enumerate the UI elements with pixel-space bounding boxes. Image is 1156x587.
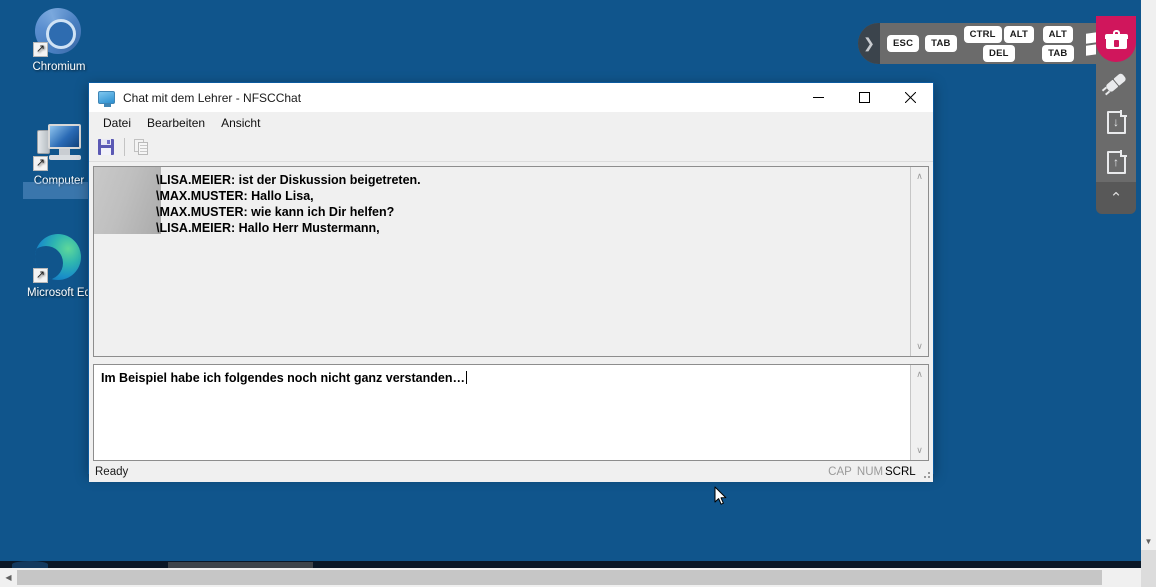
selection-highlight	[23, 182, 95, 199]
maximize-button[interactable]	[841, 83, 887, 112]
toolbar-separator	[124, 138, 125, 156]
key-alt-tab[interactable]: ALT TAB	[1041, 25, 1074, 63]
connection-button[interactable]	[1096, 62, 1136, 102]
chat-monitor-icon	[98, 90, 116, 107]
key-tab-2[interactable]: TAB	[1042, 44, 1074, 62]
window-title: Chat mit dem Lehrer - NFSCChat	[123, 90, 302, 105]
toolbar	[89, 133, 933, 162]
download-file-button[interactable]: ↓	[1096, 102, 1136, 142]
message-input-pane[interactable]: Im Beispiel habe ich folgendes noch nich…	[93, 364, 929, 461]
key-ctrl-alt-del[interactable]: CTRL ALT DEL	[963, 25, 1036, 63]
remote-desktop-canvas[interactable]: Chromium Computer Microsoft Ed	[0, 0, 1141, 568]
scroll-down-icon[interactable]: ▼	[1141, 533, 1156, 550]
scroll-up-icon[interactable]: ∧	[911, 367, 928, 382]
minimize-button[interactable]	[795, 83, 841, 112]
virtual-keys-expand-handle[interactable]: ❯	[858, 23, 880, 64]
floppy-disk-icon	[97, 139, 114, 155]
key-ctrl[interactable]: CTRL	[963, 25, 1002, 43]
copy-icon	[133, 139, 150, 155]
status-indicator-scrl: SCRL	[885, 465, 916, 478]
message-input-content[interactable]: Im Beispiel habe ich folgendes noch nich…	[94, 365, 910, 460]
horizontal-scroll-thumb[interactable]	[17, 570, 1102, 585]
upload-file-button[interactable]: ↑	[1096, 142, 1136, 182]
window-controls	[795, 83, 933, 112]
chromium-icon	[33, 8, 83, 57]
start-button[interactable]	[12, 561, 48, 568]
shortcut-overlay-icon	[33, 268, 48, 283]
vertical-scroll-thumb[interactable]	[1141, 0, 1156, 531]
window-titlebar[interactable]: Chat mit dem Lehrer - NFSCChat	[89, 83, 933, 112]
shortcut-overlay-icon	[33, 156, 48, 171]
scrollbar-corner	[1141, 568, 1156, 587]
chat-history-scrollbar[interactable]: ∧ ∨	[910, 167, 928, 356]
save-button[interactable]	[93, 135, 118, 159]
status-indicator-num: NUM	[856, 465, 884, 478]
chat-message: \MAX.MUSTER: Hallo Lisa,	[156, 189, 314, 203]
message-input-value: Im Beispiel habe ich folgendes noch nich…	[101, 371, 465, 385]
scroll-up-icon[interactable]: ∧	[911, 169, 928, 184]
horizontal-scroll-track[interactable]	[17, 568, 1141, 587]
desktop-icon-chromium[interactable]: Chromium	[16, 8, 102, 74]
remote-desktop-viewer: Chromium Computer Microsoft Ed	[0, 0, 1156, 587]
status-indicator-cap: CAP	[828, 465, 852, 478]
menu-item-bearbeiten[interactable]: Bearbeiten	[139, 113, 213, 133]
computer-icon	[33, 122, 83, 171]
scroll-left-icon[interactable]: ◀	[0, 568, 17, 587]
chat-message: \MAX.MUSTER: wie kann ich Dir helfen?	[156, 205, 395, 219]
plug-icon	[1100, 66, 1133, 98]
close-button[interactable]	[887, 83, 933, 112]
scroll-down-icon[interactable]: ∨	[911, 339, 928, 354]
toolbox-button[interactable]	[1096, 16, 1136, 62]
chat-message-list: \LISA.MEIER: ist der Diskussion beigetre…	[156, 172, 906, 236]
vertical-scroll-track-end[interactable]	[1141, 550, 1156, 568]
toolbox-icon	[1104, 29, 1128, 49]
status-bar: Ready CAP NUM SCRL	[89, 461, 933, 482]
file-download-icon: ↓	[1106, 109, 1127, 134]
download-arrow-glyph: ↓	[1113, 115, 1119, 129]
viewer-horizontal-scrollbar[interactable]: ◀	[0, 568, 1141, 587]
chat-history-pane[interactable]: \LISA.MEIER: ist der Diskussion beigetre…	[93, 166, 929, 357]
microsoft-edge-icon	[33, 234, 83, 283]
chat-history-content: \LISA.MEIER: ist der Diskussion beigetre…	[94, 167, 910, 356]
render-artifact-block	[94, 167, 161, 234]
message-input-field[interactable]: Im Beispiel habe ich folgendes noch nich…	[101, 371, 467, 385]
chat-window: Chat mit dem Lehrer - NFSCChat Datei Bea…	[88, 82, 934, 482]
chat-message: \LISA.MEIER: Hallo Herr Mustermann,	[156, 221, 380, 235]
mouse-cursor	[714, 486, 728, 506]
taskbar[interactable]	[0, 561, 1141, 568]
shortcut-overlay-icon	[33, 42, 48, 57]
upload-arrow-glyph: ↑	[1113, 155, 1119, 169]
menu-item-datei[interactable]: Datei	[95, 113, 139, 133]
chevron-up-icon: ⌃	[1109, 190, 1123, 207]
key-del[interactable]: DEL	[983, 44, 1015, 62]
virtual-keys-group: ESC TAB CTRL ALT DEL ALT TAB	[880, 25, 1122, 63]
menu-item-ansicht[interactable]: Ansicht	[213, 113, 268, 133]
text-caret	[465, 371, 467, 384]
message-input-scrollbar[interactable]: ∧ ∨	[910, 365, 928, 460]
copy-button[interactable]	[129, 135, 154, 159]
window-body: \LISA.MEIER: ist der Diskussion beigetre…	[89, 162, 933, 461]
menu-bar: Datei Bearbeiten Ansicht	[89, 112, 933, 133]
scroll-down-icon[interactable]: ∨	[911, 443, 928, 458]
key-alt-2[interactable]: ALT	[1042, 25, 1073, 43]
chat-message: \LISA.MEIER: ist der Diskussion beigetre…	[156, 173, 421, 187]
key-alt[interactable]: ALT	[1003, 25, 1035, 43]
status-text: Ready	[95, 465, 129, 478]
key-esc[interactable]: ESC	[887, 35, 920, 52]
key-tab[interactable]: TAB	[925, 35, 957, 52]
resize-grip[interactable]	[917, 465, 931, 479]
file-upload-icon: ↑	[1106, 149, 1127, 174]
virtual-keys-toolbar: ❯ ESC TAB CTRL ALT DEL ALT TAB	[858, 23, 1122, 64]
viewer-vertical-scrollbar[interactable]: ▼	[1141, 0, 1156, 568]
collapse-button[interactable]: ⌃	[1096, 182, 1136, 214]
desktop-icon-label: Chromium	[32, 61, 86, 73]
